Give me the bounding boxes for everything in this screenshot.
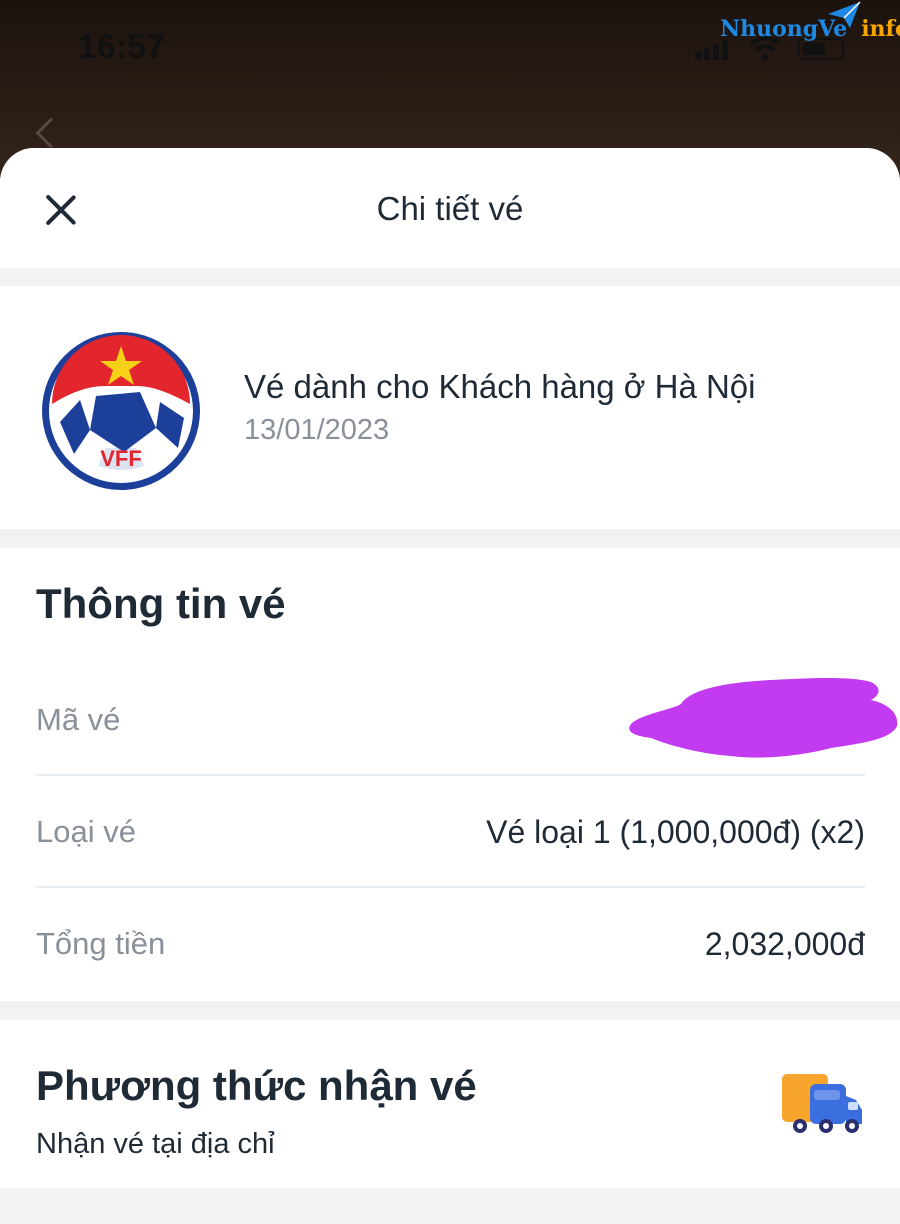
- vff-logo: VFF: [42, 332, 200, 490]
- ticket-type-value: Vé loại 1 (1,000,000đ) (x2): [486, 814, 865, 850]
- redaction-scribble: [629, 678, 898, 758]
- total-row: Tổng tiền 2,032,000đ: [36, 888, 865, 1001]
- status-time: 16:57: [78, 28, 165, 66]
- total-label: Tổng tiền: [36, 926, 166, 961]
- vff-logo-text: VFF: [100, 446, 142, 471]
- truck-icon: [782, 1074, 862, 1133]
- paper-plane-icon: [828, 1, 861, 28]
- sheet-title: Chi tiết vé: [376, 190, 524, 227]
- event-date: 13/01/2023: [244, 414, 390, 446]
- ticket-type-row: Loại vé Vé loại 1 (1,000,000đ) (x2): [36, 776, 865, 888]
- ticket-code-row: Mã vé: [36, 664, 898, 776]
- watermark-part2: info: [861, 16, 900, 42]
- delivery-method: Nhận vé tại địa chỉ: [36, 1128, 275, 1160]
- sheet-header: Chi tiết vé: [0, 148, 900, 268]
- ticket-info-title: Thông tin vé: [36, 580, 286, 627]
- delivery-card[interactable]: Phương thức nhận vé Nhận vé tại địa chỉ: [0, 1020, 900, 1188]
- ticket-info-card: Thông tin vé Mã vé Loại vé Vé loại 1 (1,…: [0, 548, 900, 1001]
- ticket-code-label: Mã vé: [36, 702, 121, 737]
- watermark: NhuongVeinfo: [720, 16, 900, 42]
- ticket-type-label: Loại vé: [36, 814, 136, 849]
- ticket-detail-sheet: Chi tiết vé VFF Vé dành cho Khách hàng ở…: [0, 148, 900, 1224]
- event-card: VFF Vé dành cho Khách hàng ở Hà Nội 13/0…: [0, 286, 900, 529]
- delivery-title: Phương thức nhận vé: [36, 1062, 477, 1109]
- event-title: Vé dành cho Khách hàng ở Hà Nội: [244, 368, 756, 405]
- total-value: 2,032,000đ: [704, 926, 865, 962]
